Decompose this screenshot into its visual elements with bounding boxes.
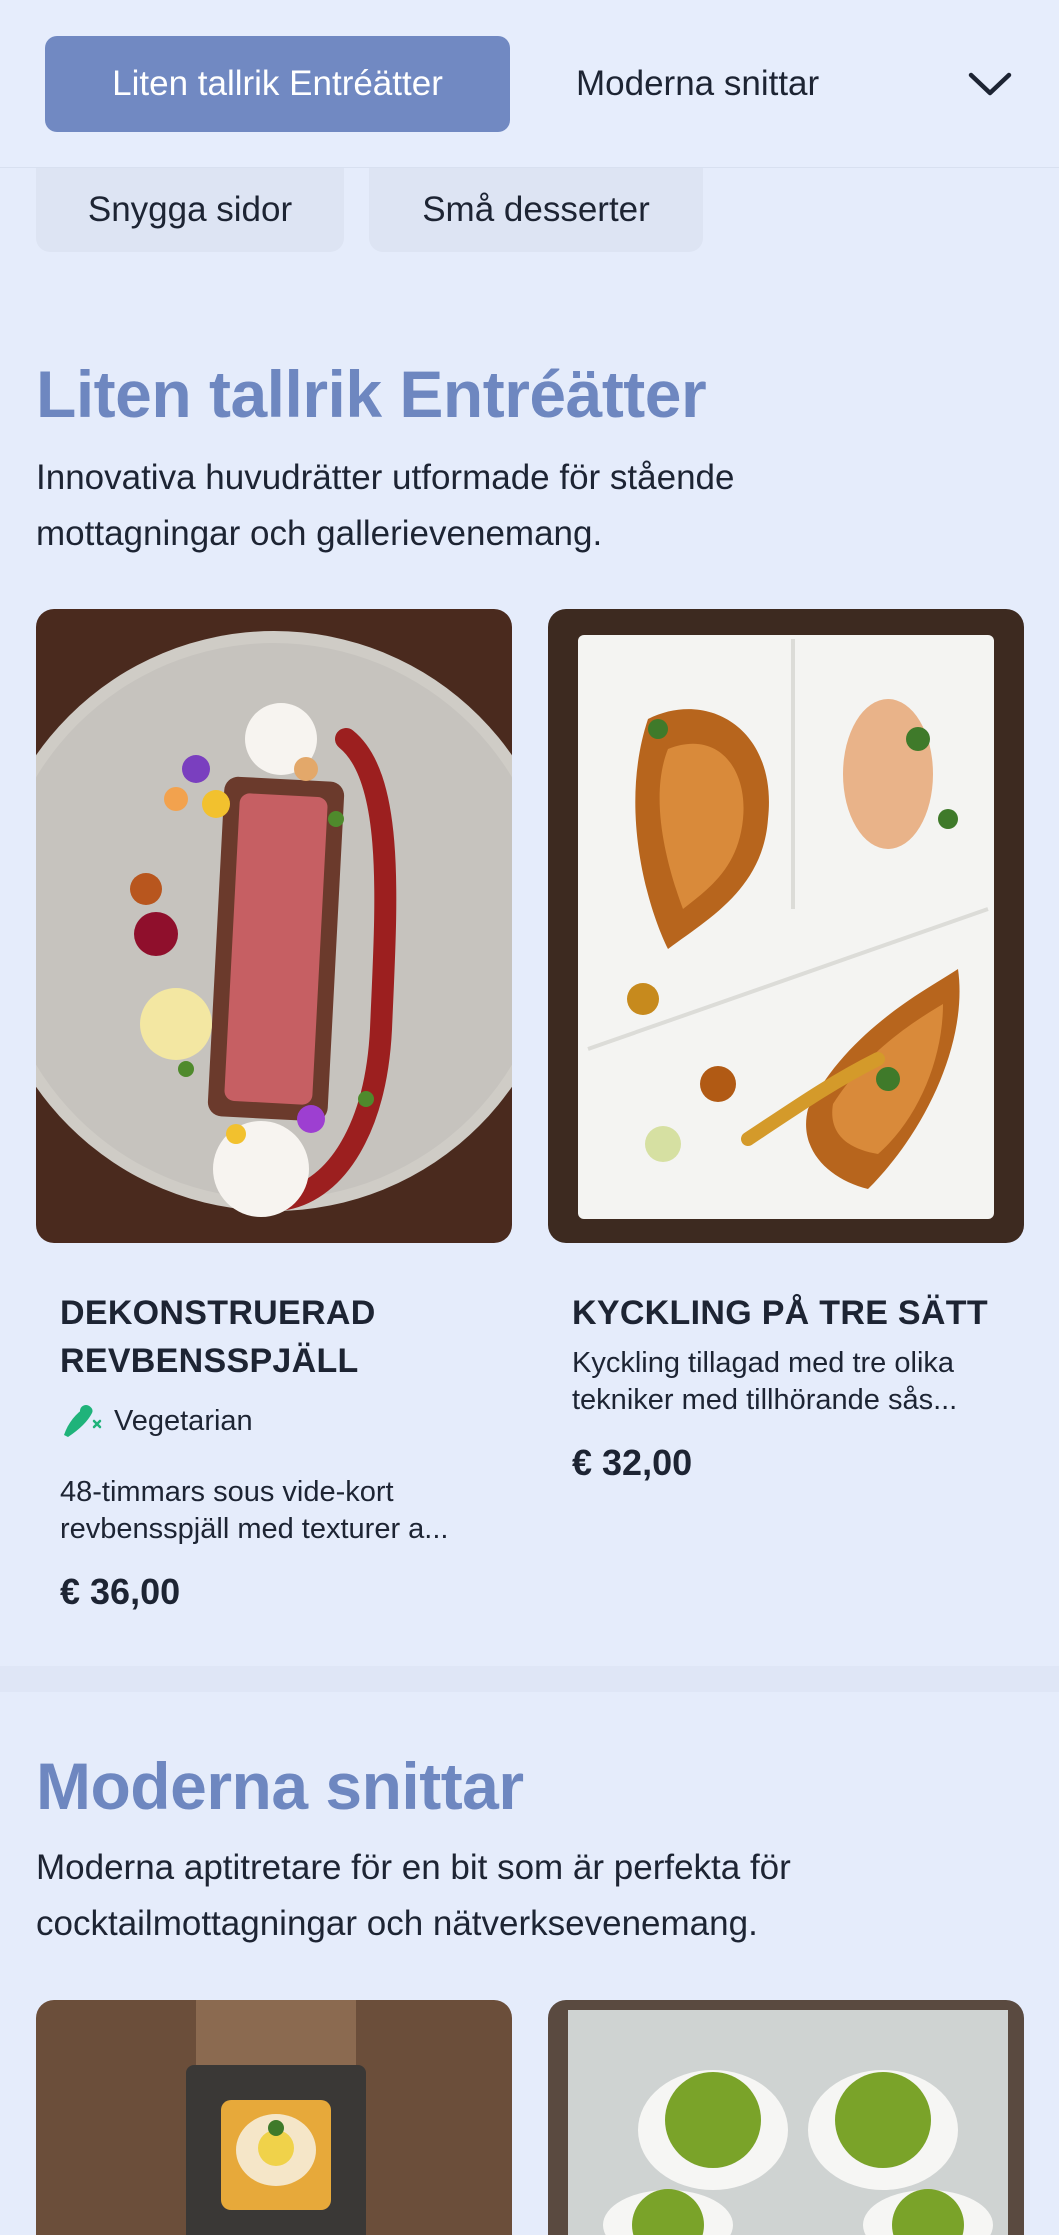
item-name-line1: DEKONSTRUERAD xyxy=(60,1294,376,1332)
item-price: € 36,00 xyxy=(60,1571,181,1612)
category-tab-active[interactable]: Liten tallrik Entréätter xyxy=(45,36,510,132)
section-title: Liten tallrik Entréätter xyxy=(36,357,707,431)
snittar-image-2[interactable] xyxy=(548,2000,1024,2235)
section-description-line2: cocktailmottagningar och nätverksevenema… xyxy=(36,1904,758,1943)
item-description-line2: tekniker med tillhörande sås... xyxy=(572,1384,958,1416)
vegetarian-icon xyxy=(64,1405,102,1437)
vegetarian-tag: Vegetarian xyxy=(60,1401,253,1441)
item-description-line1: Kyckling tillagad med tre olika xyxy=(572,1347,955,1379)
category-pill-sma-desserter[interactable]: Små desserter xyxy=(369,168,703,252)
item-name-line2: REVBENSSPJÄLL xyxy=(60,1342,359,1380)
section-divider xyxy=(0,1666,1059,1692)
category-nav: Liten tallrik Entréätter Moderna snittar xyxy=(0,0,1059,168)
item-description-line1: 48-timmars sous vide-kort xyxy=(60,1476,394,1508)
section-title: Moderna snittar xyxy=(36,1749,524,1823)
snittar-image-1[interactable] xyxy=(36,2000,512,2235)
chevron-down-icon xyxy=(968,72,1012,96)
plated-ribs-image[interactable] xyxy=(36,609,512,1243)
expand-categories-button[interactable] xyxy=(955,50,1025,118)
item-description-line2: revbensspjäll med texturer a... xyxy=(60,1513,449,1545)
item-name: KYCKLING PÅ TRE SÄTT xyxy=(572,1294,988,1332)
category-tab-moderna-snittar[interactable]: Moderna snittar xyxy=(576,36,819,132)
section-description-line1: Moderna aptitretare för en bit som är pe… xyxy=(36,1848,791,1887)
section-description: Innovativa huvudrätter utformade för stå… xyxy=(36,458,735,553)
category-pill-snygga-sidor[interactable]: Snygga sidor xyxy=(36,168,344,252)
item-price: € 32,00 xyxy=(572,1442,693,1483)
vegetarian-label: Vegetarian xyxy=(114,1404,253,1437)
chicken-trio-image[interactable] xyxy=(548,609,1024,1243)
